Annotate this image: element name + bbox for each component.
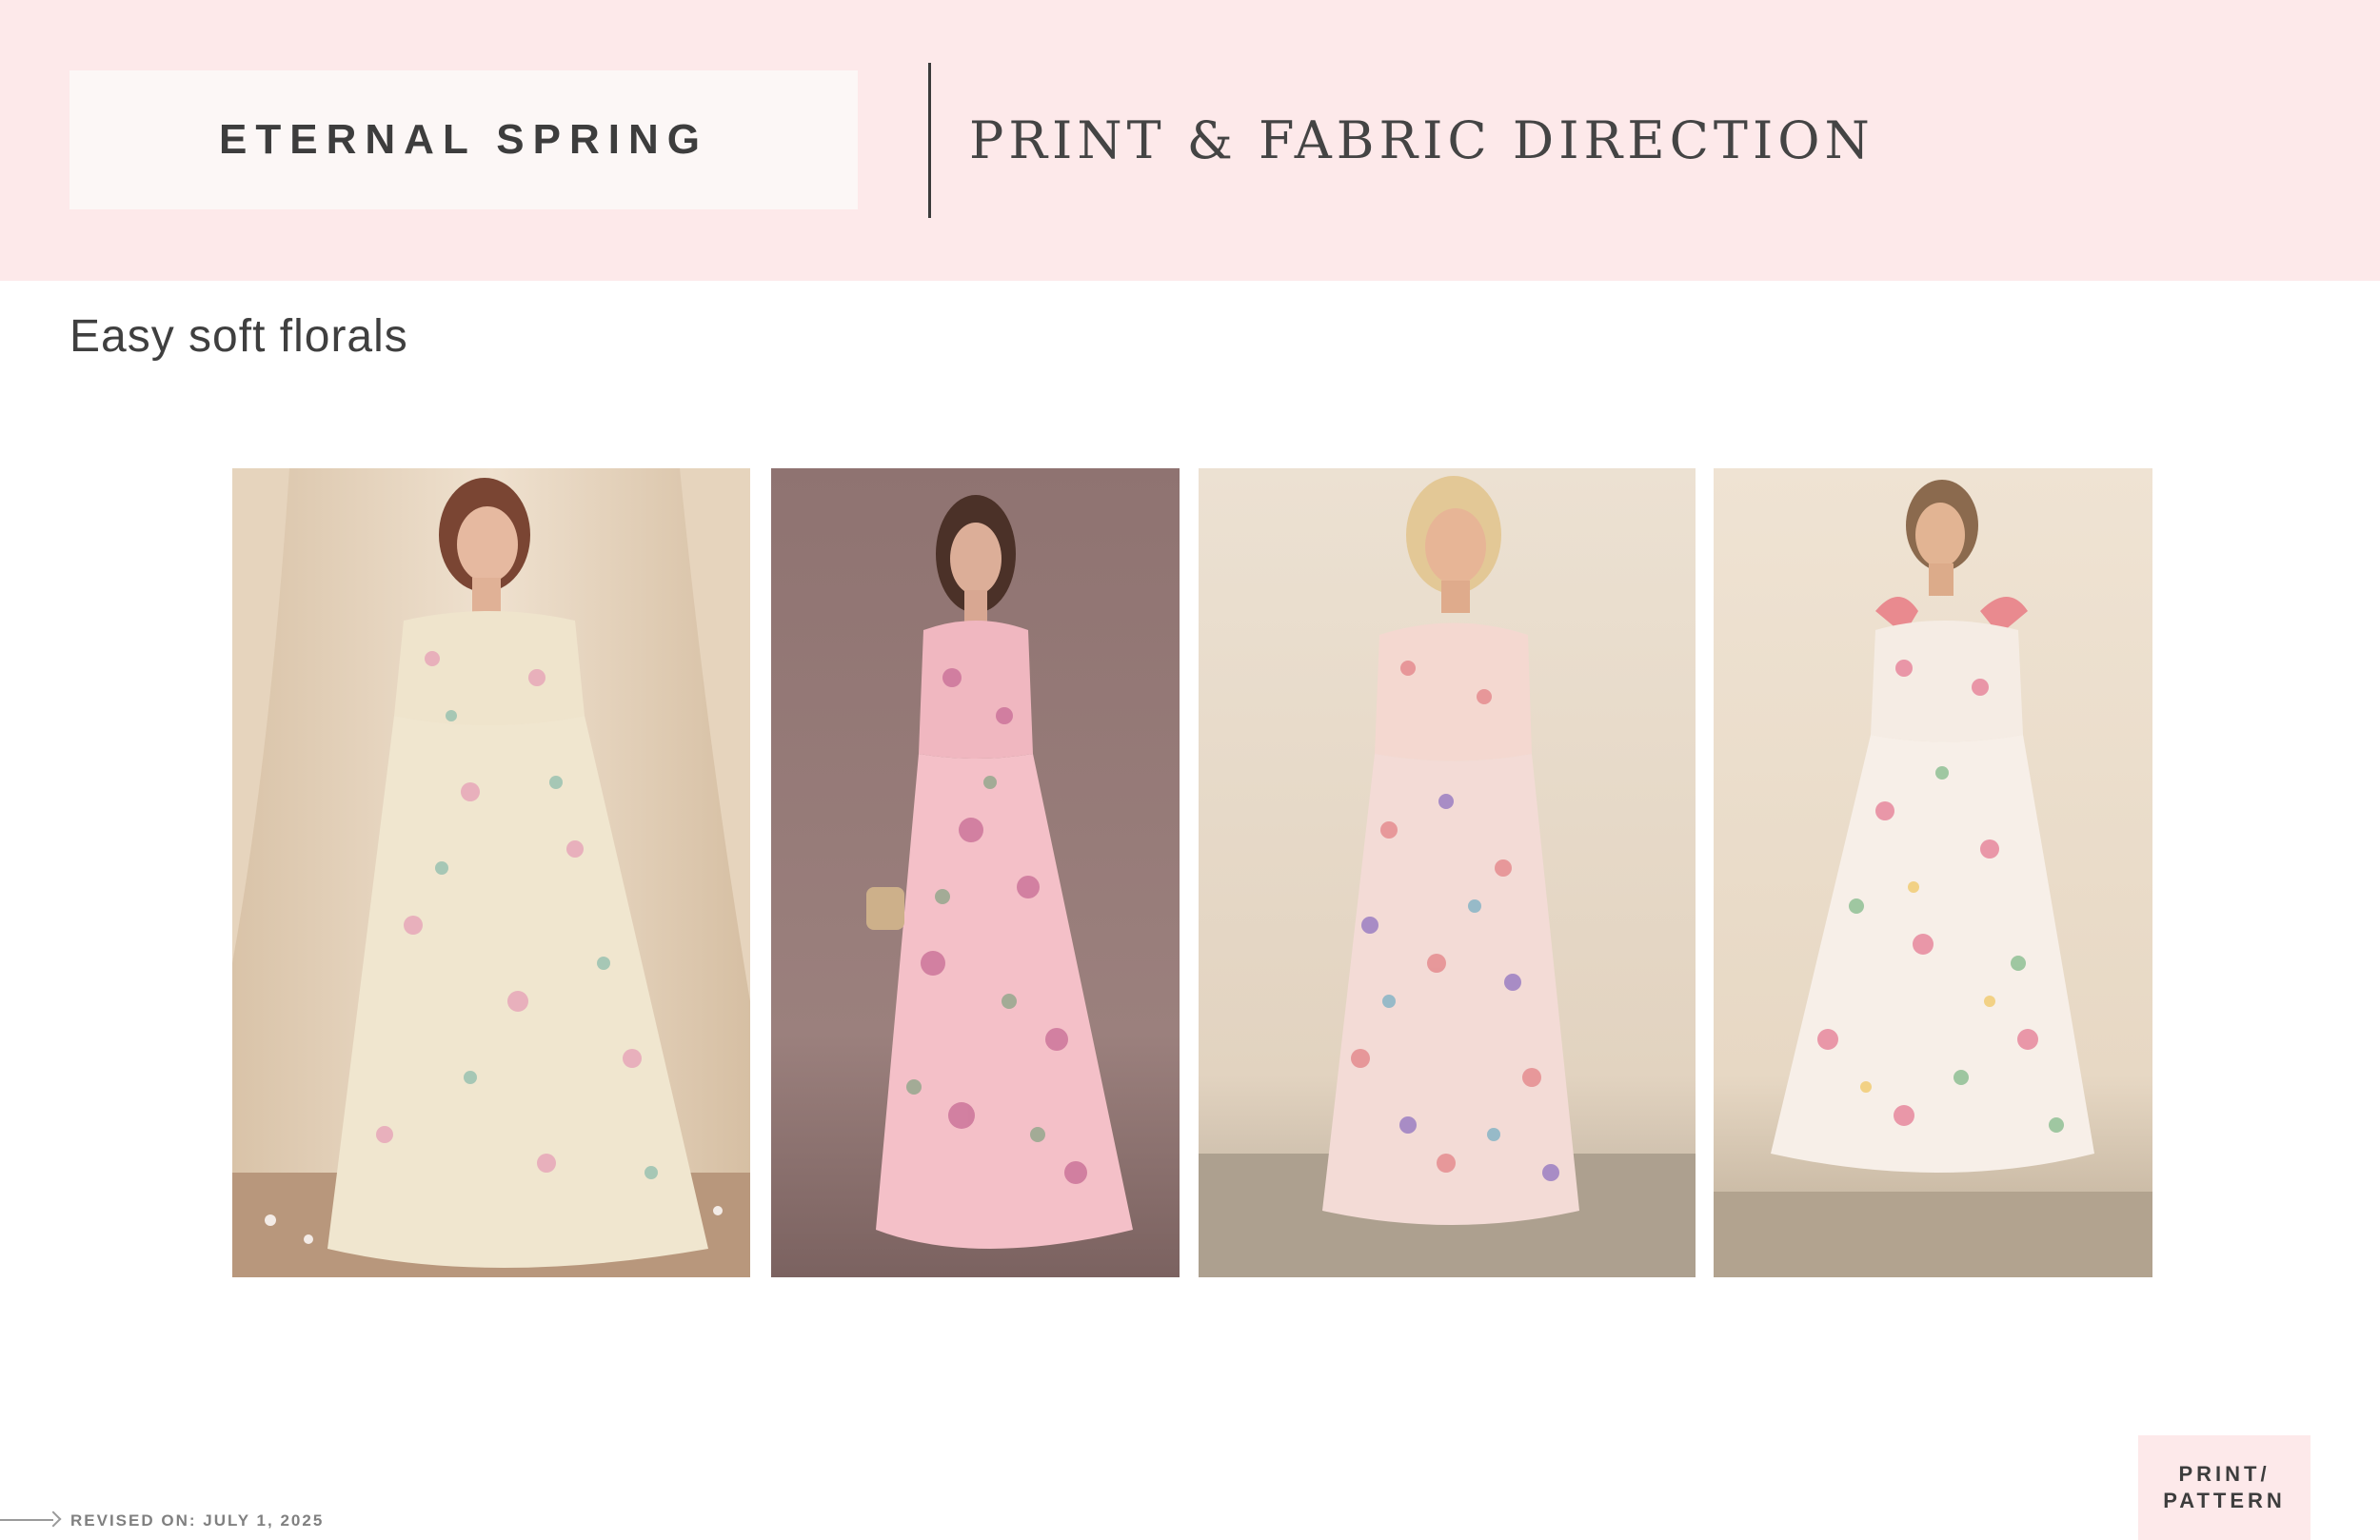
tag-line-1: PRINT/ — [2178, 1462, 2271, 1486]
photo-tie-strap-tiered-floral-midi-dress — [1714, 468, 2152, 1277]
photo-pink-floral-corset-maxi-dress — [771, 468, 1180, 1277]
header-divider — [928, 63, 931, 218]
collection-title: ETERNAL SPRING — [219, 116, 708, 163]
header-band: ETERNAL SPRING PRINT & FABRIC DIRECTION — [0, 0, 2380, 281]
collection-title-box: ETERNAL SPRING — [69, 70, 858, 209]
photo-embroidered-floral-midi-dress — [1199, 468, 1696, 1277]
arrow-right-icon — [45, 1510, 62, 1528]
photo-ruffled-cream-floral-maxi-dress — [232, 468, 750, 1277]
tag-line-2: PATTERN — [2163, 1489, 2286, 1512]
section-tag-print-pattern: PRINT/ PATTERN — [2138, 1435, 2311, 1540]
revised-date: REVISED ON: JULY 1, 2025 — [70, 1511, 325, 1530]
section-heading: Easy soft florals — [69, 311, 408, 362]
page-subtitle: PRINT & FABRIC DIRECTION — [969, 110, 1874, 170]
